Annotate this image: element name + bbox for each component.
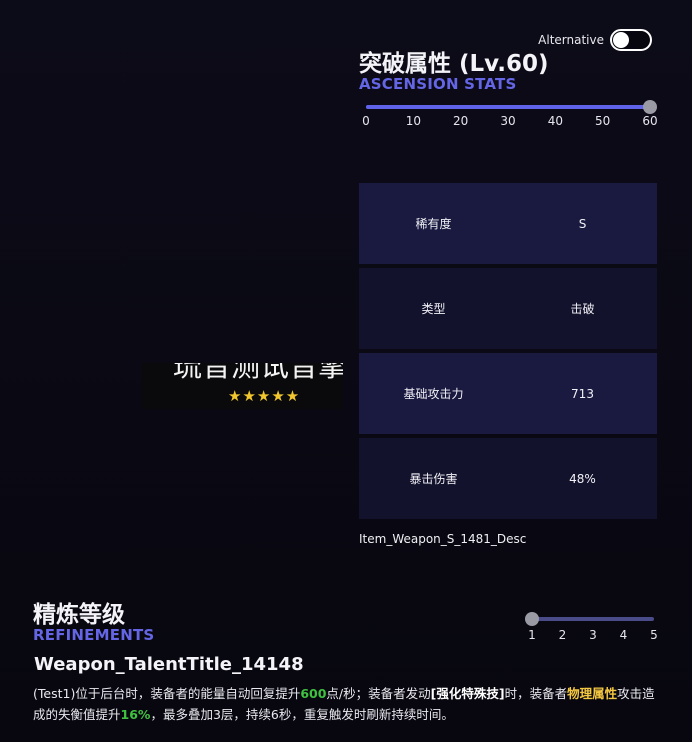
alternative-label: Alternative [538, 33, 604, 47]
slider-tick-label: 1 [528, 628, 536, 642]
star-rating: ★★★★★ [228, 387, 301, 405]
slider-tick-label: 40 [547, 114, 563, 128]
stat-label: 类型 [421, 302, 446, 316]
alternative-toggle[interactable] [610, 29, 652, 51]
ascension-subtitle: ASCENSION STATS [359, 75, 517, 93]
stat-row: 基础攻击力 713 [359, 353, 657, 434]
talent-title: Weapon_TalentTitle_14148 [34, 654, 304, 675]
talent-highlight: 16% [120, 707, 151, 722]
slider-tick-label: 10 [405, 114, 421, 128]
talent-description: (Test1)位于后台时，装备者的能量自动回复提升600点/秒；装备者发动[强化… [33, 683, 658, 725]
slider-tick-label: 4 [619, 628, 628, 642]
talent-highlight: 物理属性 [567, 686, 618, 701]
stat-value: 713 [571, 386, 594, 401]
ascension-level-slider[interactable]: 0 10 20 30 40 50 60 [362, 100, 658, 130]
slider-fill [366, 105, 650, 109]
stat-value: 48% [569, 471, 596, 486]
slider-thumb[interactable] [643, 100, 657, 114]
weapon-description-id: Item_Weapon_S_1481_Desc [359, 532, 527, 546]
stat-label: 基础攻击力 [403, 387, 464, 401]
stat-value: S [578, 216, 587, 231]
weapon-banner: 琉音测试音擎 ★★★★★ [142, 363, 343, 409]
stat-row: 类型 击破 [359, 268, 657, 349]
ascension-title: 突破属性 (Lv.60) [359, 51, 549, 77]
talent-highlight: [强化特殊技] [430, 686, 505, 701]
stat-label: 暴击伤害 [409, 472, 458, 486]
stat-value: 击破 [570, 302, 595, 316]
talent-text: 点/秒；装备者发动 [326, 686, 431, 701]
slider-tick-label: 50 [595, 114, 611, 128]
toggle-knob [613, 32, 629, 48]
slider-tick-label: 0 [362, 114, 370, 128]
slider-tick-label: 2 [558, 628, 567, 642]
stat-row: 暴击伤害 48% [359, 438, 657, 519]
slider-tick-label: 20 [453, 114, 469, 128]
slider-tick-label: 60 [642, 114, 658, 128]
slider-track [532, 617, 654, 621]
stat-row: 稀有度 S [359, 183, 657, 264]
slider-thumb[interactable] [525, 612, 539, 626]
talent-highlight: 600 [300, 686, 327, 701]
talent-text: ，最多叠加3层，持续6秒，重复触发时刷新持续时间。 [150, 707, 454, 722]
refinements-subtitle: REFINEMENTS [33, 626, 155, 644]
alternative-toggle-group: Alternative [538, 29, 652, 51]
talent-text: 时，装备者 [504, 686, 568, 701]
slider-tick-label: 30 [500, 114, 516, 128]
slider-tick-label: 5 [650, 628, 658, 642]
stat-label: 稀有度 [415, 217, 452, 231]
weapon-detail-page: Alternative 突破属性 (Lv.60) ASCENSION STATS… [0, 0, 692, 742]
refinement-level-slider[interactable]: 1 2 3 4 5 [525, 612, 658, 642]
talent-text: (Test1)位于后台时，装备者的能量自动回复提升 [33, 686, 301, 701]
refinements-title: 精炼等级 [33, 602, 125, 628]
weapon-name: 琉音测试音擎 [173, 363, 343, 383]
slider-tick-label: 3 [589, 628, 597, 642]
stats-table: 稀有度 S 类型 击破基础攻击力 713 暴击伤害 48% [359, 183, 657, 523]
